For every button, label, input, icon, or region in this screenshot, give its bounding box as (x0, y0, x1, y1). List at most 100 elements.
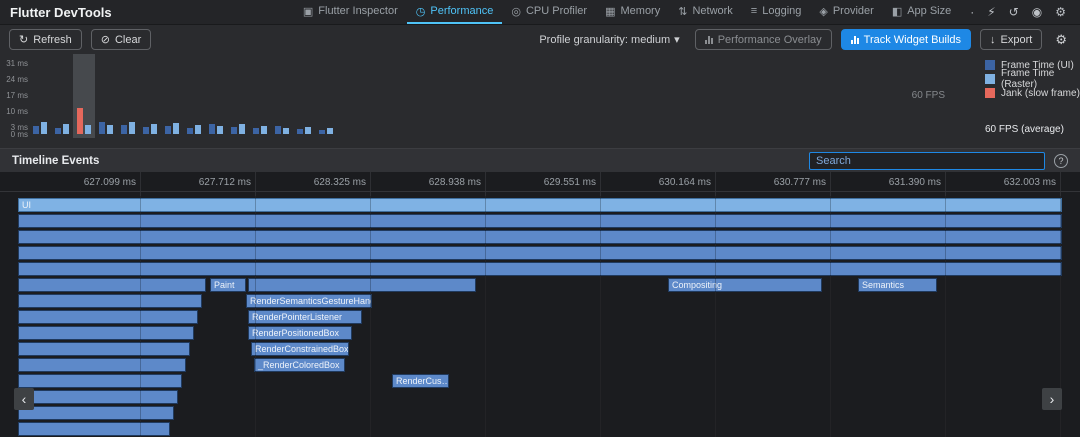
tab-app-size[interactable]: ◧ App Size (883, 0, 960, 24)
event-bar[interactable] (18, 422, 170, 436)
legend-label: Jank (slow frame) (1001, 88, 1080, 99)
ruler-time-label: 627.712 ms (151, 177, 251, 188)
tab-performance[interactable]: ◷Performance (407, 0, 503, 24)
frame-bar-raster[interactable] (195, 125, 201, 134)
y-axis-label: 17 ms (0, 91, 28, 100)
tab-provider[interactable]: ◈Provider (810, 0, 882, 24)
chevron-down-icon: ▾ (674, 33, 680, 46)
clear-label: Clear (115, 34, 141, 46)
legend-item: Jank (slow frame) (985, 86, 1080, 100)
search-input[interactable] (809, 152, 1045, 170)
frame-bar-raster[interactable] (173, 123, 179, 134)
tab-network[interactable]: ⇅Network (669, 0, 742, 24)
hot-restart-icon[interactable]: ↺ (1009, 5, 1019, 19)
frame-bar-ui[interactable] (143, 127, 149, 134)
frame-bar-raster[interactable] (217, 126, 223, 134)
gridline-overlay (370, 196, 371, 437)
profile-granularity-label: Profile granularity: medium (539, 34, 670, 46)
frame-bar-raster[interactable] (41, 122, 47, 134)
frame-bar-ui[interactable] (319, 130, 325, 134)
tab-flutter-inspector[interactable]: ▣Flutter Inspector (294, 0, 407, 24)
refresh-button[interactable]: ↻ Refresh (9, 29, 82, 50)
event-bar[interactable] (248, 278, 476, 292)
frame-bar-ui[interactable] (231, 127, 237, 134)
frame-bar-raster[interactable] (327, 128, 333, 134)
event-semantics[interactable]: Semantics (858, 278, 937, 292)
performance-overlay-button[interactable]: Performance Overlay (695, 29, 832, 50)
frame-bar-ui[interactable] (55, 128, 61, 134)
event-renderconstrainedbox[interactable]: RenderConstrainedBox (251, 342, 349, 356)
frame-bar-raster[interactable] (239, 124, 245, 134)
app-size-icon: ◧ (892, 5, 902, 18)
scroll-left-button[interactable]: ‹ (14, 388, 34, 410)
frame-bar-ui[interactable] (121, 125, 127, 134)
event-bar[interactable] (18, 326, 194, 340)
overlay-chart-icon (705, 36, 713, 44)
event-bar[interactable] (18, 262, 1062, 276)
hot-reload-icon[interactable]: ⚡ (987, 5, 995, 19)
main-toolbar: ↻ Refresh ⊘ Clear Profile granularity: m… (0, 25, 1080, 54)
clear-button[interactable]: ⊘ Clear (91, 29, 152, 50)
frame-bar-ui[interactable] (99, 122, 105, 134)
y-axis-label: 31 ms (0, 59, 28, 68)
frame-bar-ui[interactable] (187, 128, 193, 134)
settings-gear-icon[interactable]: ⚙ (1051, 32, 1071, 48)
frame-bar-ui[interactable] (165, 126, 171, 134)
export-button[interactable]: ↓ Export (980, 29, 1042, 50)
track-widget-builds-button[interactable]: Track Widget Builds (841, 29, 971, 50)
frame-bar-raster[interactable] (261, 126, 267, 134)
event-bar[interactable] (18, 406, 174, 420)
tab-cpu-profiler[interactable]: ◎CPU Profiler (502, 0, 596, 24)
provider-icon: ◈ (819, 5, 827, 18)
legend-swatch (985, 88, 995, 98)
tab-label: Memory (621, 5, 661, 17)
event-bar[interactable] (18, 294, 202, 308)
scroll-right-button[interactable]: › (1042, 388, 1062, 410)
tab-label: App Size (907, 5, 951, 17)
frame-bar-ui[interactable] (253, 128, 259, 134)
event-rendercoloredbox[interactable]: _RenderColoredBox (254, 358, 345, 372)
event-bar[interactable] (18, 278, 206, 292)
report-icon[interactable]: ◉ (1032, 5, 1042, 19)
event-ui[interactable]: UI (18, 198, 1062, 212)
event-bar[interactable] (18, 342, 190, 356)
event-rendersemanticsgesturehandler[interactable]: RenderSemanticsGestureHandler (246, 294, 372, 308)
event-bar[interactable] (18, 246, 1062, 260)
event-bar[interactable] (18, 358, 186, 372)
frame-bar-raster[interactable] (283, 128, 289, 134)
event-bar[interactable] (18, 310, 198, 324)
frame-bar-raster[interactable] (63, 124, 69, 134)
y-axis-label: 0 ms (0, 130, 28, 139)
top-bar: Flutter DevTools ▣Flutter Inspector◷Perf… (0, 0, 1080, 25)
event-bar[interactable] (18, 214, 1062, 228)
event-rendercus[interactable]: RenderCus… (392, 374, 449, 388)
event-paint[interactable]: Paint (210, 278, 246, 292)
y-axis-label: 24 ms (0, 75, 28, 84)
event-bar[interactable] (18, 390, 178, 404)
profile-granularity-dropdown[interactable]: Profile granularity: medium ▾ (533, 33, 685, 46)
frame-bar-ui-jank[interactable] (77, 108, 83, 134)
event-renderpointerlistener[interactable]: RenderPointerListener (248, 310, 362, 324)
event-compositing[interactable]: Compositing (668, 278, 822, 292)
settings-icon[interactable]: ⚙ (1055, 5, 1066, 19)
gridline-overlay (600, 196, 601, 437)
ruler-time-label: 628.325 ms (266, 177, 366, 188)
frame-bar-raster[interactable] (305, 127, 311, 134)
event-renderpositionedbox[interactable]: RenderPositionedBox (248, 326, 352, 340)
frame-bar-raster[interactable] (151, 124, 157, 134)
frame-bar-ui[interactable] (209, 124, 215, 134)
tab-memory[interactable]: ▦Memory (596, 0, 669, 24)
event-bar[interactable] (18, 230, 1062, 244)
frame-bar-raster[interactable] (85, 125, 91, 134)
frame-bar-raster[interactable] (129, 122, 135, 134)
ruler-time-label: 631.390 ms (841, 177, 941, 188)
frame-bar-ui[interactable] (275, 126, 281, 134)
tab-logging[interactable]: ≡Logging (742, 0, 811, 24)
help-icon[interactable]: ? (1054, 154, 1068, 168)
frame-bar-ui[interactable] (33, 126, 39, 134)
frame-bar-ui[interactable] (297, 129, 303, 134)
inspector-icon: ▣ (303, 5, 313, 18)
frame-legend: Frame Time (UI)Frame Time (Raster)Jank (… (985, 58, 1080, 100)
event-bar[interactable] (18, 374, 182, 388)
frame-bar-raster[interactable] (107, 125, 113, 134)
